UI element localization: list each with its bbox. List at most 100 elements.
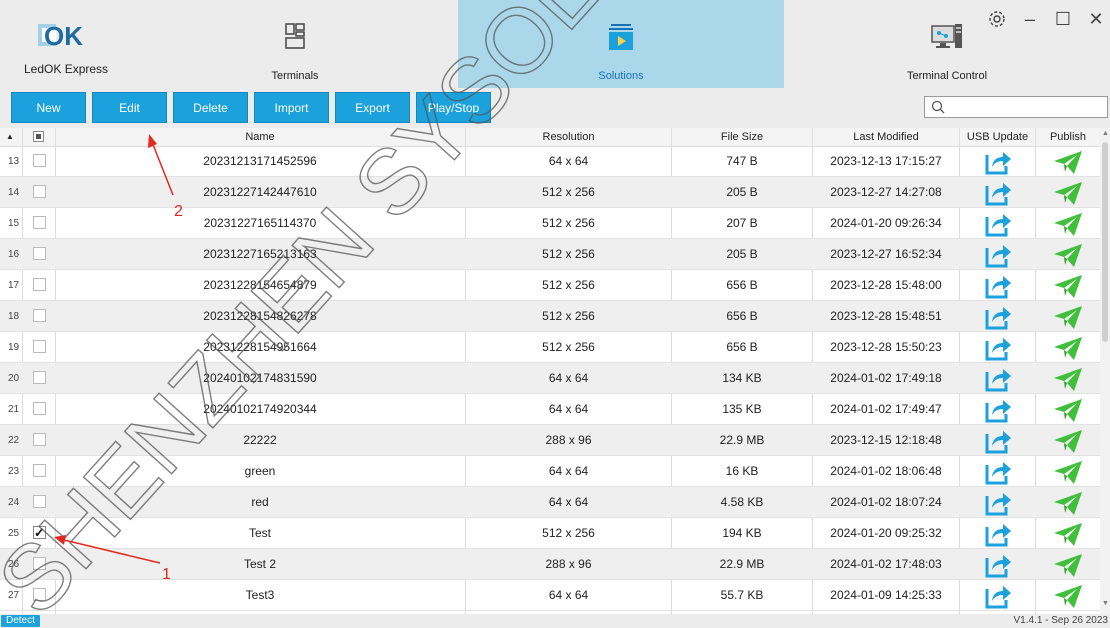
solution-file-size: 656 B bbox=[726, 278, 758, 292]
publish-send-icon bbox=[1054, 337, 1082, 360]
scrollbar-thumb[interactable] bbox=[1102, 142, 1108, 342]
publish-button[interactable] bbox=[1036, 270, 1100, 301]
column-header-last-modified[interactable]: Last Modified bbox=[813, 128, 959, 146]
publish-button[interactable] bbox=[1036, 487, 1100, 518]
publish-button[interactable] bbox=[1036, 394, 1100, 425]
export-button[interactable]: Export bbox=[335, 92, 410, 123]
usb-update-button[interactable] bbox=[960, 394, 1035, 425]
table-row[interactable]: 15 20231227165114370 512 x 256 207 B 2024-01… bbox=[0, 208, 1100, 239]
publish-button[interactable] bbox=[1036, 301, 1100, 332]
row-checkbox[interactable] bbox=[33, 371, 46, 384]
scroll-up-icon[interactable]: ▲ bbox=[1102, 130, 1109, 137]
row-checkbox[interactable] bbox=[33, 588, 46, 601]
usb-update-button[interactable] bbox=[960, 549, 1035, 580]
detect-button[interactable]: Detect bbox=[1, 615, 40, 627]
table-row[interactable]: 13 20231213171452596 64 x 64 747 B 2023-12-1… bbox=[0, 146, 1100, 177]
table-row[interactable]: 14 20231227142447610 512 x 256 205 B 2023-12… bbox=[0, 177, 1100, 208]
usb-update-button[interactable] bbox=[960, 332, 1035, 363]
publish-button[interactable] bbox=[1036, 146, 1100, 177]
scroll-down-icon[interactable]: ▼ bbox=[1102, 600, 1109, 607]
select-all-checkbox[interactable] bbox=[33, 128, 46, 146]
publish-button[interactable] bbox=[1036, 363, 1100, 394]
table-row[interactable]: 27 Test3 64 x 64 55.7 KB 2024-01-09 14:25:33 bbox=[0, 580, 1100, 611]
usb-update-button[interactable] bbox=[960, 487, 1035, 518]
table-row[interactable]: 25 ✓ Test 512 x 256 194 KB 2024-01-20 09:25:3… bbox=[0, 518, 1100, 549]
row-checkbox[interactable] bbox=[33, 557, 46, 570]
row-checkbox[interactable] bbox=[33, 309, 46, 322]
row-checkbox[interactable] bbox=[33, 340, 46, 353]
delete-button[interactable]: Delete bbox=[173, 92, 248, 123]
settings-button[interactable] bbox=[984, 8, 1010, 33]
tab-solutions-label: Solutions bbox=[598, 70, 644, 82]
publish-button[interactable] bbox=[1036, 580, 1100, 611]
publish-button[interactable] bbox=[1036, 332, 1100, 363]
row-checkbox[interactable] bbox=[33, 464, 46, 477]
table-row[interactable]: 17 20231228154654879 512 x 256 656 B 2023-12… bbox=[0, 270, 1100, 301]
import-button[interactable]: Import bbox=[254, 92, 329, 123]
usb-update-button[interactable] bbox=[960, 208, 1035, 239]
table-row[interactable]: 22 22222 288 x 96 22.9 MB 2023-12-15 12:18:4… bbox=[0, 425, 1100, 456]
row-checkbox[interactable] bbox=[33, 247, 46, 260]
solution-last-modified: 2023-12-28 15:50:23 bbox=[830, 340, 942, 354]
publish-send-icon bbox=[1054, 244, 1082, 267]
table-row[interactable]: 23 green 64 x 64 16 KB 2024-01-02 18:06:48 bbox=[0, 456, 1100, 487]
column-header-name[interactable]: Name bbox=[55, 128, 465, 146]
edit-button[interactable]: Edit bbox=[92, 92, 167, 123]
usb-update-button[interactable] bbox=[960, 146, 1035, 177]
table-row[interactable]: 16 20231227165213163 512 x 256 205 B 2023-12… bbox=[0, 239, 1100, 270]
row-checkbox[interactable] bbox=[33, 216, 46, 229]
column-header-publish[interactable]: Publish bbox=[1036, 128, 1100, 146]
play-stop-button[interactable]: Play/Stop bbox=[416, 92, 491, 123]
usb-update-button[interactable] bbox=[960, 177, 1035, 208]
publish-send-icon bbox=[1054, 182, 1082, 205]
usb-update-button[interactable] bbox=[960, 518, 1035, 549]
minimize-button[interactable]: – bbox=[1017, 8, 1043, 30]
usb-update-button[interactable] bbox=[960, 425, 1035, 456]
column-header-resolution[interactable]: Resolution bbox=[466, 128, 671, 146]
solution-file-size: 747 B bbox=[726, 154, 758, 168]
terminals-icon bbox=[285, 23, 305, 49]
row-checkbox[interactable] bbox=[33, 185, 46, 198]
publish-button[interactable] bbox=[1036, 177, 1100, 208]
usb-update-button[interactable] bbox=[960, 301, 1035, 332]
new-button[interactable]: New bbox=[11, 92, 86, 123]
table-row[interactable]: 19 20231228154951664 512 x 256 656 B 2023-12… bbox=[0, 332, 1100, 363]
row-checkbox[interactable] bbox=[33, 154, 46, 167]
table-row[interactable]: 18 20231228154826278 512 x 256 656 B 2023-12… bbox=[0, 301, 1100, 332]
usb-update-button[interactable] bbox=[960, 363, 1035, 394]
search-input[interactable] bbox=[924, 96, 1108, 118]
row-checkbox[interactable]: ✓ bbox=[33, 526, 46, 539]
usb-update-button[interactable] bbox=[960, 270, 1035, 301]
publish-button[interactable] bbox=[1036, 518, 1100, 549]
table-row[interactable]: 24 red 64 x 64 4.58 KB 2024-01-02 18:07:24 bbox=[0, 487, 1100, 518]
publish-button[interactable] bbox=[1036, 456, 1100, 487]
tab-terminals[interactable]: Terminals bbox=[132, 0, 458, 88]
sort-up-icon[interactable]: ▲ bbox=[4, 128, 16, 146]
table-row[interactable]: 21 20240102174920344 64 x 64 135 KB 2024-01-… bbox=[0, 394, 1100, 425]
row-number: 17 bbox=[8, 280, 20, 291]
tab-solutions[interactable]: Solutions bbox=[458, 0, 784, 88]
row-number: 24 bbox=[8, 497, 20, 508]
close-button[interactable]: ✕ bbox=[1083, 8, 1109, 30]
table-row[interactable]: 20 20240102174831590 64 x 64 134 KB 2024-01-… bbox=[0, 363, 1100, 394]
column-header-usb-update[interactable]: USB Update bbox=[960, 128, 1035, 146]
vertical-scrollbar[interactable]: ▲ ▼ bbox=[1100, 128, 1110, 614]
publish-button[interactable] bbox=[1036, 239, 1100, 270]
usb-update-button[interactable] bbox=[960, 239, 1035, 270]
usb-update-icon bbox=[985, 555, 1011, 578]
row-number: 15 bbox=[8, 218, 20, 229]
solution-last-modified: 2024-01-02 17:49:18 bbox=[830, 371, 942, 385]
publish-button[interactable] bbox=[1036, 208, 1100, 239]
row-checkbox[interactable] bbox=[33, 433, 46, 446]
publish-send-icon bbox=[1054, 213, 1082, 236]
solution-resolution: 64 x 64 bbox=[548, 495, 589, 509]
maximize-button[interactable]: ☐ bbox=[1050, 8, 1076, 30]
usb-update-button[interactable] bbox=[960, 580, 1035, 611]
column-header-file-size[interactable]: File Size bbox=[672, 128, 812, 146]
usb-update-button[interactable] bbox=[960, 456, 1035, 487]
row-checkbox[interactable] bbox=[33, 278, 46, 291]
publish-button[interactable] bbox=[1036, 425, 1100, 456]
row-checkbox[interactable] bbox=[33, 402, 46, 415]
publish-button[interactable] bbox=[1036, 549, 1100, 580]
row-checkbox[interactable] bbox=[33, 495, 46, 508]
